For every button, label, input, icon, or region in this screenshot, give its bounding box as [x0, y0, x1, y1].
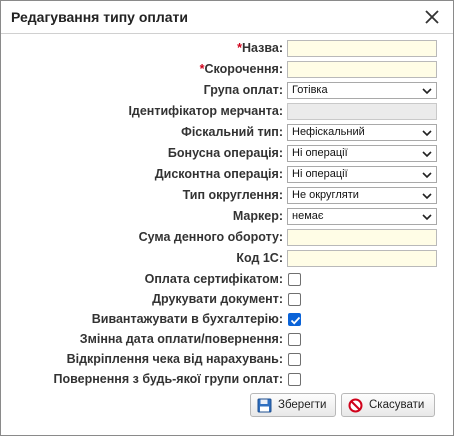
- name-input[interactable]: [287, 40, 437, 57]
- chevron-down-icon: [422, 172, 432, 179]
- payment-group-value: Готівка: [292, 84, 328, 96]
- checkbox-row-print: Друкувати документ:: [1, 291, 453, 309]
- rounding-label: Тип округлення:: [182, 188, 283, 202]
- daily-turnover-input[interactable]: [287, 229, 437, 246]
- discount-operation-value: Ні операції: [292, 168, 348, 180]
- chevron-down-icon: [422, 88, 432, 95]
- certificate-payment-checkbox[interactable]: [288, 273, 301, 286]
- return-any-group-checkbox[interactable]: [288, 373, 301, 386]
- dialog-title: Редагування типу оплати: [11, 9, 188, 25]
- floppy-disk-icon: [257, 398, 272, 413]
- merchant-label: Ідентифікатор мерчанта:: [128, 104, 283, 118]
- name-row: *Назва:: [1, 40, 453, 58]
- checkbox-label: Оплата сертифікатом:: [144, 272, 283, 286]
- checkbox-label: Відкріплення чека від нарахувань:: [66, 352, 283, 366]
- dialog-content: *Назва: *Скорочення: Група оплат: Готівк…: [1, 35, 453, 435]
- cancel-label: Скасувати: [369, 399, 425, 411]
- checkbox-row-certificate: Оплата сертифікатом:: [1, 271, 453, 289]
- short-row: *Скорочення:: [1, 61, 453, 79]
- bonus-label: Бонусна операція:: [167, 146, 283, 160]
- bonus-row: Бонусна операція: Ні операції: [1, 145, 453, 163]
- group-label: Група оплат:: [203, 83, 283, 97]
- marker-label: Маркер:: [232, 209, 283, 223]
- chevron-down-icon: [422, 151, 432, 158]
- marker-select[interactable]: немає: [287, 208, 437, 225]
- fiscal-row: Фіскальний тип: Нефіскальний: [1, 124, 453, 142]
- discount-row: Дисконтна операція: Ні операції: [1, 166, 453, 184]
- checkbox-row-detach: Відкріплення чека від нарахувань:: [1, 351, 453, 369]
- short-label: *Скорочення:: [199, 62, 283, 76]
- fiscal-label: Фіскальний тип:: [181, 125, 283, 139]
- short-name-input[interactable]: [287, 61, 437, 78]
- fiscal-type-select[interactable]: Нефіскальний: [287, 124, 437, 141]
- merchant-id-input: [287, 103, 437, 120]
- checkbox-row-variable-date: Змінна дата оплати/повернення:: [1, 331, 453, 349]
- rounding-type-select[interactable]: Не округляти: [287, 187, 437, 204]
- merchant-row: Ідентифікатор мерчанта:: [1, 103, 453, 121]
- print-document-checkbox[interactable]: [288, 293, 301, 306]
- dialog-titlebar: Редагування типу оплати: [1, 1, 453, 34]
- close-icon[interactable]: [423, 8, 441, 26]
- variable-date-checkbox[interactable]: [288, 333, 301, 346]
- chevron-down-icon: [422, 214, 432, 221]
- checkbox-label: Друкувати документ:: [152, 292, 283, 306]
- discount-label: Дисконтна операція:: [154, 167, 283, 181]
- detach-receipt-checkbox[interactable]: [288, 353, 301, 366]
- daily-turnover-row: Сума денного обороту:: [1, 229, 453, 247]
- checkbox-label: Вивантажувати в бухгалтерію:: [91, 312, 283, 326]
- save-button[interactable]: Зберегти: [250, 393, 336, 417]
- chevron-down-icon: [422, 193, 432, 200]
- edit-payment-type-dialog: Редагування типу оплати *Назва: *Скороче…: [0, 0, 454, 436]
- checkbox-row-export: Вивантажувати в бухгалтерію:: [1, 311, 453, 329]
- payment-group-select[interactable]: Готівка: [287, 82, 437, 99]
- checkbox-label: Змінна дата оплати/повернення:: [79, 332, 283, 346]
- export-accounting-checkbox[interactable]: [288, 313, 301, 326]
- name-label: *Назва:: [237, 41, 283, 55]
- fiscal-type-value: Нефіскальний: [292, 126, 365, 138]
- chevron-down-icon: [422, 130, 432, 137]
- marker-value: немає: [292, 210, 324, 222]
- group-row: Група оплат: Готівка: [1, 82, 453, 100]
- daily-turnover-label: Сума денного обороту:: [138, 230, 283, 244]
- cancel-button[interactable]: Скасувати: [341, 393, 435, 417]
- rounding-type-value: Не округляти: [292, 189, 359, 201]
- checkbox-row-return-any-group: Повернення з будь-якої групи оплат:: [1, 371, 453, 389]
- code-1c-row: Код 1С:: [1, 250, 453, 268]
- no-entry-icon: [348, 398, 363, 413]
- marker-row: Маркер: немає: [1, 208, 453, 226]
- bonus-operation-value: Ні операції: [292, 147, 348, 159]
- check-icon: [290, 316, 301, 325]
- checkbox-label: Повернення з будь-якої групи оплат:: [53, 372, 283, 386]
- code-1c-input[interactable]: [287, 250, 437, 267]
- save-label: Зберегти: [278, 399, 327, 411]
- bonus-operation-select[interactable]: Ні операції: [287, 145, 437, 162]
- rounding-row: Тип округлення: Не округляти: [1, 187, 453, 205]
- code-1c-label: Код 1С:: [236, 251, 283, 265]
- discount-operation-select[interactable]: Ні операції: [287, 166, 437, 183]
